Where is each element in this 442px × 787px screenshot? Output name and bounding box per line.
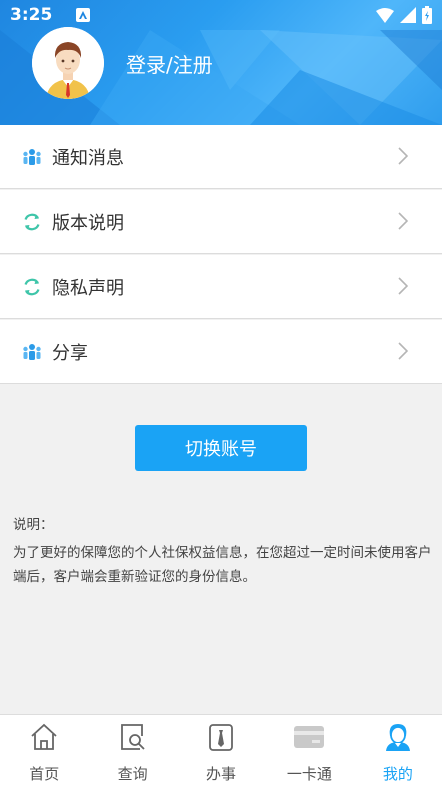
people-icon	[22, 147, 42, 167]
profile-header: 3:25 登录/注册	[0, 0, 442, 125]
avatar[interactable]	[32, 27, 104, 99]
menu-item-label: 隐私声明	[52, 277, 124, 299]
signal-icon	[400, 7, 416, 23]
status-time: 3:25	[10, 5, 53, 25]
tab-label: 首页	[29, 765, 60, 783]
chevron-right-icon	[398, 212, 408, 230]
menu-item-version-notes[interactable]: 版本说明	[0, 190, 442, 254]
menu-item-label: 通知消息	[52, 147, 124, 169]
tab-home[interactable]: 首页	[0, 715, 88, 787]
tab-card[interactable]: 一卡通	[265, 715, 353, 787]
tab-services[interactable]: 办事	[177, 715, 265, 787]
refresh-icon	[22, 212, 42, 232]
note-body: 为了更好的保障您的个人社保权益信息，在您超过一定时间未使用客户端后，客户端会重新…	[13, 545, 432, 585]
tab-mine[interactable]: 我的	[354, 715, 442, 787]
bottom-tab-bar: 首页 查询 办事 一卡通 我的	[0, 714, 442, 787]
menu-item-share[interactable]: 分享	[0, 320, 442, 384]
tab-query[interactable]: 查询	[88, 715, 176, 787]
chevron-right-icon	[398, 342, 408, 360]
battery-icon	[422, 6, 432, 24]
tie-icon	[205, 721, 237, 753]
refresh-icon	[22, 277, 42, 297]
status-bar: 3:25	[0, 0, 442, 30]
user-icon	[382, 721, 414, 753]
tab-label: 我的	[382, 765, 413, 783]
card-icon	[293, 721, 325, 753]
notification-a-icon	[76, 8, 91, 22]
menu-item-notifications[interactable]: 通知消息	[0, 125, 442, 189]
tab-label: 办事	[206, 765, 237, 783]
switch-account-button[interactable]: 切换账号	[135, 425, 307, 471]
menu-item-label: 版本说明	[52, 212, 124, 234]
settings-menu: 通知消息 版本说明 隐私声明 分享	[0, 125, 442, 385]
people-icon	[22, 342, 42, 362]
search-icon	[117, 721, 149, 753]
menu-item-label: 分享	[52, 342, 88, 364]
login-register-link[interactable]: 登录/注册	[126, 49, 213, 78]
note-title: 说明：	[13, 517, 54, 533]
tab-label: 一卡通	[286, 765, 332, 783]
wifi-icon	[376, 7, 394, 23]
chevron-right-icon	[398, 277, 408, 295]
tab-label: 查询	[117, 765, 148, 783]
chevron-right-icon	[398, 147, 408, 165]
home-icon	[28, 721, 60, 753]
menu-item-privacy[interactable]: 隐私声明	[0, 255, 442, 319]
